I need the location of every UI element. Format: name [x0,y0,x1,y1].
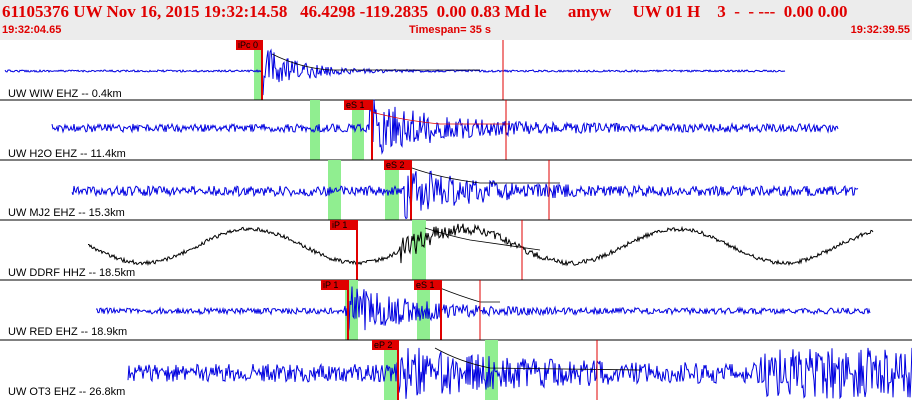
event-title: 61105376 UW Nov 16, 2015 19:32:14.58 46.… [2,2,848,21]
waveform [127,347,912,400]
trace-panel[interactable]: eP 2 [127,340,912,400]
timespan-label: Timespan= 35 s [409,24,492,36]
trace-panel[interactable]: iPc 0 [0,40,912,101]
amplitude-decay-curve [411,167,560,184]
waveform [88,223,874,267]
waveform [4,48,786,96]
station-label: UW RED EHZ -- 18.9km [8,326,128,338]
station-label: UW DDRF HHZ -- 18.5km [8,267,136,279]
pick-label: eP 2 [374,340,392,350]
waveform-panel[interactable]: iPc 0 eS 1 eS 2 iP 1 iP 1 eS 1 eP 2 [0,40,912,400]
station-label: UW H2O EHZ -- 11.4km [8,148,126,160]
time-end: 19:32:39.55 [850,24,910,36]
window-highlight [485,340,498,400]
station-label: UW OT3 EHZ -- 26.8km [8,386,126,398]
waveform [96,286,871,335]
trace-panel[interactable]: eS 2 [0,160,912,221]
event-header: 61105376 UW Nov 16, 2015 19:32:14.58 46.… [0,0,912,40]
pick-label: iP 1 [332,220,347,230]
pick-label: iPc 0 [238,40,258,50]
pick-label: eS 2 [386,160,405,170]
window-highlight [412,220,426,280]
pick-label: iP 1 [323,280,338,290]
time-start: 19:32:04.65 [2,24,62,36]
station-label: UW WIW EHZ -- 0.4km [8,88,122,100]
trace-panel[interactable]: iP 1 eS 1 [0,280,912,341]
amplitude-decay-curve [439,287,500,303]
station-label: UW MJ2 EHZ -- 15.3km [8,207,125,219]
waveform [71,170,859,220]
trace-panel[interactable]: iP 1 [0,220,912,281]
trace-panel[interactable]: eS 1 [0,99,912,161]
pick-label: eS 1 [416,280,435,290]
pick-label: eS 1 [346,100,365,110]
amplitude-decay-curve [434,347,641,371]
waveform [51,99,839,155]
